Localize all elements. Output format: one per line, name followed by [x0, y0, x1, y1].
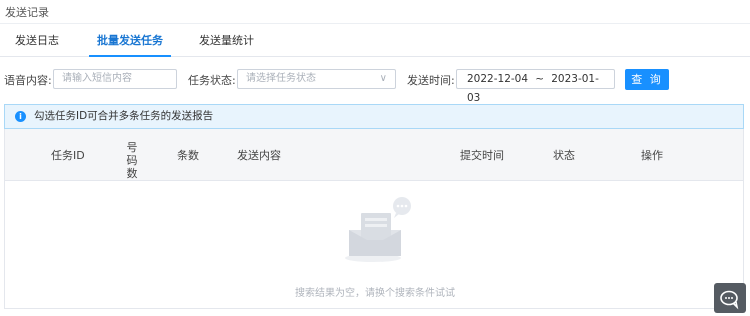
content-placeholder: 请输入短信内容: [62, 73, 132, 84]
status-placeholder: 请选择任务状态: [246, 73, 316, 84]
date-range-picker[interactable]: 2022-12-04 ~ 2023-01-03: [456, 69, 615, 104]
status-select[interactable]: 请选择任务状态 ∨: [237, 69, 396, 89]
table-header: 任务ID 号码数 条数 发送内容 提交时间 状态 操作: [5, 129, 743, 181]
column-actions: 操作: [641, 149, 663, 162]
column-number-count: 号码数: [126, 141, 138, 180]
chat-icon: [720, 290, 739, 310]
column-content: 发送内容: [237, 149, 281, 162]
content-search-input[interactable]: 请输入短信内容: [53, 69, 177, 89]
content-label: 语音内容:: [4, 74, 52, 87]
chat-support-button[interactable]: [714, 283, 746, 313]
chevron-down-icon: ∨: [379, 73, 387, 84]
page-title: 发送记录: [5, 6, 49, 19]
time-label: 发送时间:: [407, 74, 455, 87]
tab-send-log[interactable]: 发送日志: [15, 24, 59, 56]
column-message-count: 条数: [177, 149, 199, 162]
date-separator: ~: [535, 73, 545, 85]
date-start: 2022-12-04: [467, 73, 529, 85]
tab-batch-tasks[interactable]: 批量发送任务: [89, 24, 171, 57]
empty-state-text: 搜索结果为空，请换个搜索条件试试: [295, 288, 455, 299]
tab-volume-stats[interactable]: 发送量统计: [199, 24, 254, 56]
column-task-id: 任务ID: [51, 149, 85, 162]
info-banner: i 勾选任务ID可合并多条任务的发送报告: [4, 104, 744, 129]
query-button[interactable]: 查 询: [625, 69, 669, 90]
tab-bar: 发送日志 批量发送任务 发送量统计: [0, 24, 750, 57]
column-status: 状态: [553, 149, 575, 162]
status-label: 任务状态:: [188, 74, 236, 87]
info-banner-text: 勾选任务ID可合并多条任务的发送报告: [34, 110, 214, 122]
empty-inbox-icon: [345, 197, 411, 262]
info-icon: i: [15, 111, 26, 122]
column-submit-time: 提交时间: [460, 149, 504, 162]
